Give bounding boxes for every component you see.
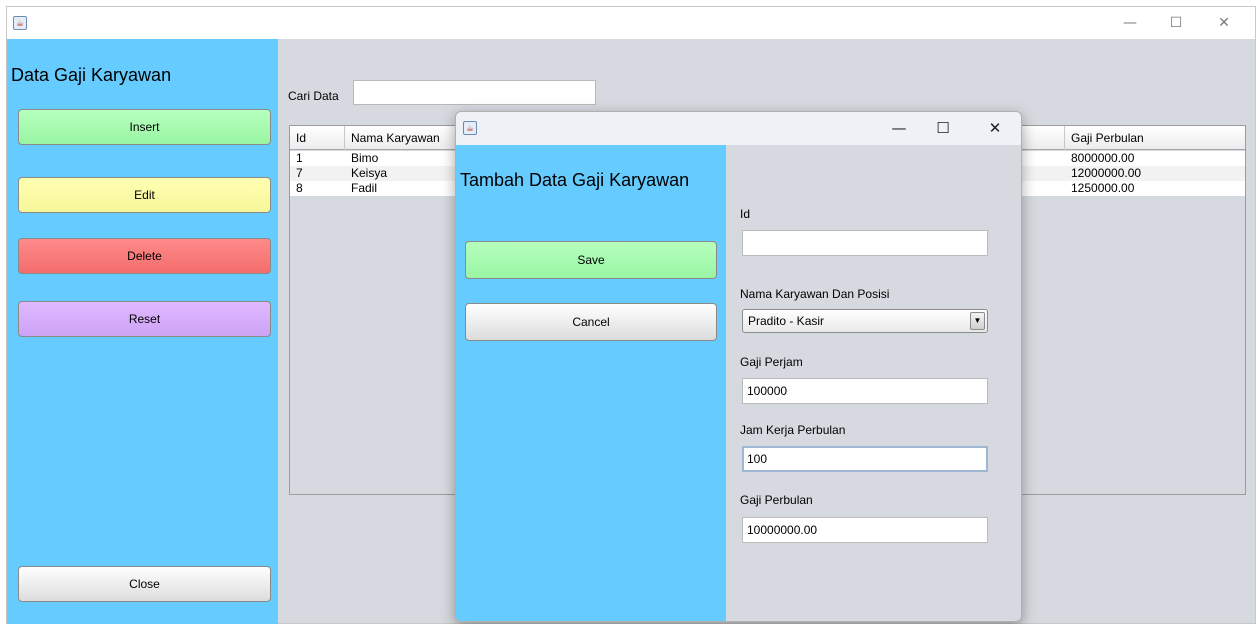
cancel-button[interactable]: Cancel: [465, 303, 717, 341]
cell-nama: Bimo: [351, 151, 379, 165]
close-icon[interactable]: ✕: [1201, 7, 1247, 39]
maximize-icon[interactable]: ☐: [1153, 7, 1199, 39]
nama-posisi-label: Nama Karyawan Dan Posisi: [740, 287, 890, 301]
gaji-perjam-field[interactable]: 100000: [742, 378, 988, 404]
dialog-maximize-icon[interactable]: ☐: [922, 112, 964, 145]
jam-kerja-label: Jam Kerja Perbulan: [740, 423, 846, 437]
add-salary-dialog: ☕ — ☐ ✕ Tambah Data Gaji Karyawan Save C…: [455, 111, 1022, 622]
triangle-down-icon[interactable]: ▼: [970, 312, 985, 330]
delete-button[interactable]: Delete: [18, 238, 271, 274]
column-header-gaji[interactable]: Gaji Perbulan: [1065, 126, 1247, 150]
sidebar: Data Gaji Karyawan Insert Edit Delete Re…: [7, 39, 278, 624]
search-label: Cari Data: [288, 89, 339, 103]
cell-nama: Keisya: [351, 166, 388, 180]
close-button[interactable]: Close: [18, 566, 271, 602]
gaji-perbulan-label: Gaji Perbulan: [740, 493, 813, 507]
gaji-perbulan-field[interactable]: 10000000.00: [742, 517, 988, 543]
java-cup-icon: ☕: [13, 16, 27, 30]
cell-gaji: 8000000.00: [1071, 151, 1135, 165]
jam-kerja-field[interactable]: 100: [742, 446, 988, 472]
insert-button[interactable]: Insert: [18, 109, 271, 145]
sidebar-title: Data Gaji Karyawan: [11, 65, 172, 85]
dialog-sidebar: Tambah Data Gaji Karyawan Save Cancel: [456, 145, 726, 621]
minimize-icon[interactable]: —: [1107, 7, 1153, 39]
save-button[interactable]: Save: [465, 241, 717, 279]
cell-gaji: 12000000.00: [1071, 166, 1142, 180]
dialog-titlebar: ☕ — ☐ ✕: [456, 112, 1021, 145]
id-field[interactable]: [742, 230, 988, 256]
cell-id: 8: [296, 181, 303, 195]
nama-posisi-select[interactable]: Pradito - Kasir ▼: [742, 309, 988, 333]
reset-button[interactable]: Reset: [18, 301, 271, 337]
cell-gaji: 1250000.00: [1071, 181, 1135, 195]
dialog-title: Tambah Data Gaji Karyawan: [460, 170, 690, 190]
main-titlebar: ☕ — ☐ ✕: [7, 7, 1255, 39]
gaji-perjam-label: Gaji Perjam: [740, 355, 803, 369]
id-label: Id: [740, 207, 751, 221]
java-cup-icon: ☕: [463, 121, 477, 135]
cell-nama: Fadil: [351, 181, 378, 195]
search-input[interactable]: [353, 80, 596, 105]
edit-button[interactable]: Edit: [18, 177, 271, 213]
cell-id: 7: [296, 166, 303, 180]
nama-posisi-selected: Pradito - Kasir: [748, 314, 825, 328]
dialog-close-icon[interactable]: ✕: [974, 112, 1016, 145]
cell-id: 1: [296, 151, 303, 165]
dialog-minimize-icon[interactable]: —: [878, 112, 920, 145]
column-header-id[interactable]: Id: [290, 126, 345, 150]
